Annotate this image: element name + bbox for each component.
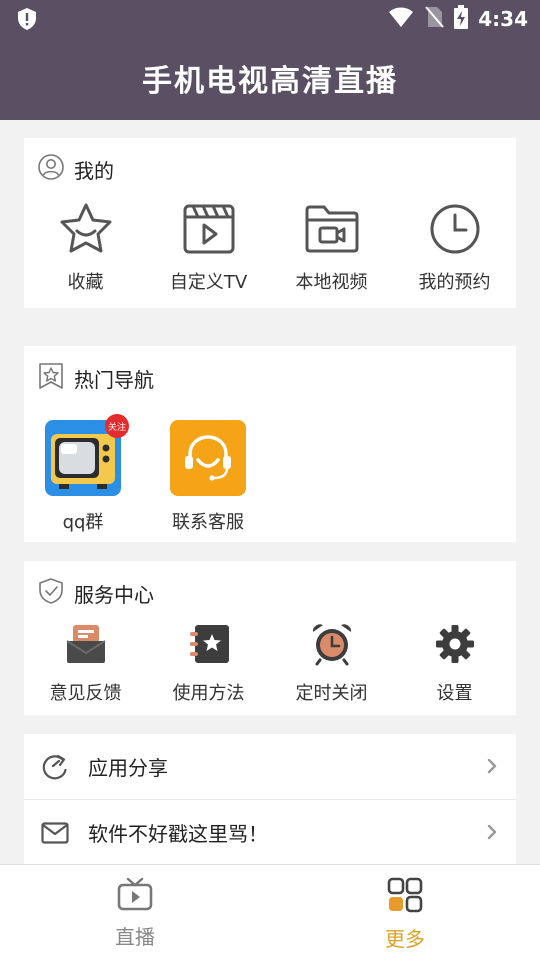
headset-icon: [170, 420, 246, 496]
service-item-label: 定时关闭: [295, 683, 368, 704]
video-folder-icon: [304, 200, 360, 258]
bottom-tab-bar: 直播 更多: [0, 864, 540, 960]
clapperboard-icon: [182, 200, 236, 258]
chevron-right-icon: [486, 756, 498, 780]
service-item-timer-off[interactable]: 定时关闭: [270, 619, 393, 705]
settings-list: 应用分享 软件不好戳这里骂！: [24, 734, 516, 866]
app-header: 手机电视高清直播: [0, 36, 540, 120]
bookmark-star-icon: [38, 362, 64, 394]
hot-nav-title: 热门导航: [74, 367, 154, 392]
mine-title: 我的: [74, 158, 114, 183]
mine-item-label: 收藏: [67, 272, 104, 293]
tab-label: 直播: [115, 925, 155, 949]
share-icon: [40, 753, 70, 781]
gear-icon: [435, 619, 475, 669]
mine-item-label: 自定义TV: [169, 272, 248, 293]
list-item-complaint[interactable]: 软件不好戳这里骂！: [24, 800, 516, 866]
service-item-settings[interactable]: 设置: [393, 619, 516, 705]
star-icon: [58, 200, 114, 258]
status-bar: 4:34: [0, 0, 540, 36]
follow-badge: 关注: [105, 414, 129, 438]
service-title: 服务中心: [74, 582, 154, 607]
service-header: 服务中心: [38, 577, 154, 609]
service-item-label: 设置: [436, 683, 473, 704]
wifi-icon: [388, 6, 414, 32]
tab-live[interactable]: 直播: [75, 877, 195, 950]
list-item-label: 应用分享: [88, 756, 168, 780]
mine-item-label: 我的预约: [418, 272, 491, 293]
alarm-clock-icon: [310, 619, 354, 669]
hot-item-label: 联系客服: [172, 512, 244, 533]
mine-grid: 收藏 自定义TV 本地视频 我的预约: [24, 200, 516, 294]
list-item-label: 软件不好戳这里骂！: [88, 822, 268, 846]
hot-item-customer-service[interactable]: 联系客服: [153, 420, 263, 534]
feedback-icon: [65, 619, 107, 669]
hot-nav-card: 热门导航 关注 qq群 联系客服: [24, 346, 516, 542]
mine-card: 我的 收藏 自定义TV 本地视频 我的预约: [24, 138, 516, 308]
service-item-label: 使用方法: [172, 683, 245, 704]
mine-item-custom-tv[interactable]: 自定义TV: [147, 200, 270, 294]
mine-item-label: 本地视频: [295, 272, 368, 293]
hot-item-qq-group[interactable]: 关注 qq群: [28, 414, 138, 534]
app-title: 手机电视高清直播: [142, 64, 398, 99]
clock-time: 4:34: [478, 7, 528, 31]
retro-tv-icon: 关注: [45, 414, 129, 496]
mine-item-local-video[interactable]: 本地视频: [270, 200, 393, 294]
tv-play-icon: [117, 877, 153, 915]
hot-item-label: qq群: [62, 512, 104, 533]
mine-header: 我的: [38, 154, 114, 184]
user-icon: [38, 154, 64, 184]
service-grid: 意见反馈 使用方法 定时关闭 设置: [24, 619, 516, 705]
battery-charging-icon: [454, 5, 469, 33]
mine-item-reservations[interactable]: 我的预约: [393, 200, 516, 294]
hot-nav-header: 热门导航: [38, 362, 154, 394]
shield-alert-icon: [16, 7, 38, 35]
mine-item-favorites[interactable]: 收藏: [24, 200, 147, 294]
shield-check-icon: [38, 577, 64, 609]
tab-more[interactable]: 更多: [345, 877, 465, 952]
grid-icon: [387, 877, 423, 917]
service-item-guide[interactable]: 使用方法: [147, 619, 270, 705]
service-item-label: 意见反馈: [49, 683, 122, 704]
service-card: 服务中心 意见反馈 使用方法 定时关闭 设置: [24, 561, 516, 715]
chevron-right-icon: [486, 822, 498, 846]
guide-book-icon: [187, 619, 231, 669]
service-item-feedback[interactable]: 意见反馈: [24, 619, 147, 705]
list-item-share-app[interactable]: 应用分享: [24, 734, 516, 800]
no-sim-icon: [424, 5, 445, 33]
clock-icon: [429, 200, 481, 258]
tab-label: 更多: [385, 927, 425, 951]
mail-icon: [40, 821, 70, 844]
